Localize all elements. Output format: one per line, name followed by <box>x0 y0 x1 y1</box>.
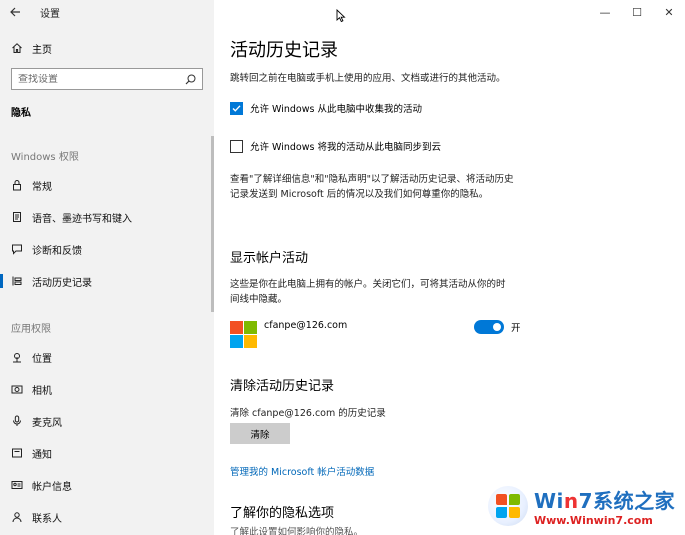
nav-home[interactable]: 主页 <box>0 37 214 59</box>
sidebar-item-label: 语音、墨迹书写和键入 <box>32 213 132 225</box>
search-icon[interactable] <box>185 74 196 85</box>
watermark-title: Win7系统之家 <box>534 485 675 514</box>
account-activity-toggle[interactable] <box>474 320 504 334</box>
watermark-text: Win7系统之家 Www.Winwin7.com <box>534 485 675 527</box>
privacy-options-description: 了解此设置如何影响你的隐私。 <box>230 527 364 535</box>
location-icon <box>11 351 23 363</box>
sidebar-item-label: 帐户信息 <box>32 481 72 493</box>
feedback-icon <box>11 243 23 255</box>
account-email: cfanpe@126.com <box>264 320 348 331</box>
sidebar-item-label: 位置 <box>32 353 52 365</box>
watermark-url: Www.Winwin7.com <box>534 514 653 527</box>
account-row: cfanpe@126.com 开 <box>230 319 525 349</box>
sidebar-item-microphone[interactable]: 麦克风 <box>0 410 214 432</box>
home-icon <box>11 42 23 54</box>
sidebar-item-label: 麦克风 <box>32 417 62 429</box>
toggle-knob <box>493 323 501 331</box>
collect-activity-label: 允许 Windows 从此电脑中收集我的活动 <box>250 104 422 115</box>
sidebar-item-diagnostics[interactable]: 诊断和反馈 <box>0 238 214 260</box>
document-icon <box>11 211 23 223</box>
sidebar-item-label: 联系人 <box>32 513 62 525</box>
nav-home-label: 主页 <box>32 44 52 56</box>
sidebar-item-label: 活动历史记录 <box>32 277 92 289</box>
watermark-title-a: Wi <box>534 489 564 513</box>
contacts-icon <box>11 511 23 523</box>
arrow-left-icon <box>10 7 20 17</box>
manage-activity-link[interactable]: 管理我的 Microsoft 帐户活动数据 <box>230 464 374 478</box>
privacy-statement: 查看"了解详细信息"和"隐私声明"以了解活动历史记录、将活动历史 记录发送到 M… <box>230 172 540 202</box>
accounts-description-line2: 间线中隐藏。 <box>230 294 288 305</box>
sidebar-item-notifications[interactable]: 通知 <box>0 442 214 464</box>
sidebar-item-label: 常规 <box>32 181 52 193</box>
checkmark-icon <box>232 104 241 112</box>
microsoft-logo-icon <box>230 320 257 348</box>
titlebar-left: 设置 <box>0 0 214 24</box>
sidebar-item-label: 通知 <box>32 449 52 461</box>
mouse-cursor-icon <box>336 9 346 23</box>
clear-history-heading: 清除活动历史记录 <box>230 379 335 394</box>
main-content: 活动历史记录 跳转回之前在电脑或手机上使用的应用、文档或进行的其他活动。 允许 … <box>214 0 685 535</box>
toggle-state-label: 开 <box>511 323 521 334</box>
account-info-icon <box>11 479 23 491</box>
sync-activity-checkbox-row[interactable]: 允许 Windows 将我的活动从此电脑同步到云 <box>230 139 441 153</box>
sidebar-item-label: 诊断和反馈 <box>32 245 82 257</box>
sidebar-item-location[interactable]: 位置 <box>0 346 214 368</box>
page-description: 跳转回之前在电脑或手机上使用的应用、文档或进行的其他活动。 <box>230 73 506 84</box>
sidebar-item-camera[interactable]: 相机 <box>0 378 214 400</box>
sync-activity-label: 允许 Windows 将我的活动从此电脑同步到云 <box>250 142 441 153</box>
watermark-title-n: n <box>563 489 579 513</box>
microphone-icon <box>11 415 23 427</box>
timeline-icon <box>11 275 23 287</box>
sidebar-item-general[interactable]: 常规 <box>0 174 214 196</box>
camera-icon <box>11 383 23 395</box>
privacy-options-heading: 了解你的隐私选项 <box>230 506 335 521</box>
accounts-heading: 显示帐户活动 <box>230 251 309 266</box>
privacy-statement-line2: 记录发送到 Microsoft 后的情况以及我们如何尊重你的隐私。 <box>230 189 489 200</box>
app-title: 设置 <box>40 8 60 20</box>
clear-history-description: 清除 cfanpe@126.com 的历史记录 <box>230 408 386 419</box>
search-box[interactable] <box>11 68 203 90</box>
windows-flag-logo-icon <box>488 486 528 526</box>
privacy-statement-line1: 查看"了解详细信息"和"隐私声明"以了解活动历史记录、将活动历史 <box>230 174 514 185</box>
app-permissions-header: 应用权限 <box>11 324 51 335</box>
sidebar: 设置 主页 隐私 Windows 权限 常规 语音、墨迹书写和键入 诊断和反馈 <box>0 0 214 535</box>
collect-activity-checkbox-row[interactable]: 允许 Windows 从此电脑中收集我的活动 <box>230 101 422 115</box>
collect-activity-checkbox[interactable] <box>230 101 243 115</box>
notification-icon <box>11 447 23 459</box>
current-section-title: 隐私 <box>11 108 31 119</box>
accounts-description: 这些是你在此电脑上拥有的帐户。关闭它们，可将其活动从你的时 间线中隐藏。 <box>230 277 540 307</box>
page-title: 活动历史记录 <box>230 40 338 61</box>
sidebar-item-speech[interactable]: 语音、墨迹书写和键入 <box>0 206 214 228</box>
accounts-description-line1: 这些是你在此电脑上拥有的帐户。关闭它们，可将其活动从你的时 <box>230 279 506 290</box>
sidebar-item-contacts[interactable]: 联系人 <box>0 506 214 528</box>
windows-permissions-header: Windows 权限 <box>11 152 79 163</box>
back-button[interactable] <box>0 0 30 24</box>
sidebar-item-activity-history[interactable]: 活动历史记录 <box>0 270 214 292</box>
watermark-title-b: 7系统之家 <box>578 489 676 513</box>
watermark: Win7系统之家 Www.Winwin7.com <box>488 482 683 530</box>
clear-button[interactable]: 清除 <box>230 423 290 444</box>
search-input[interactable] <box>18 73 168 85</box>
sidebar-item-label: 相机 <box>32 385 52 397</box>
lock-icon <box>11 179 23 191</box>
sidebar-item-account-info[interactable]: 帐户信息 <box>0 474 214 496</box>
sync-activity-checkbox[interactable] <box>230 139 243 153</box>
